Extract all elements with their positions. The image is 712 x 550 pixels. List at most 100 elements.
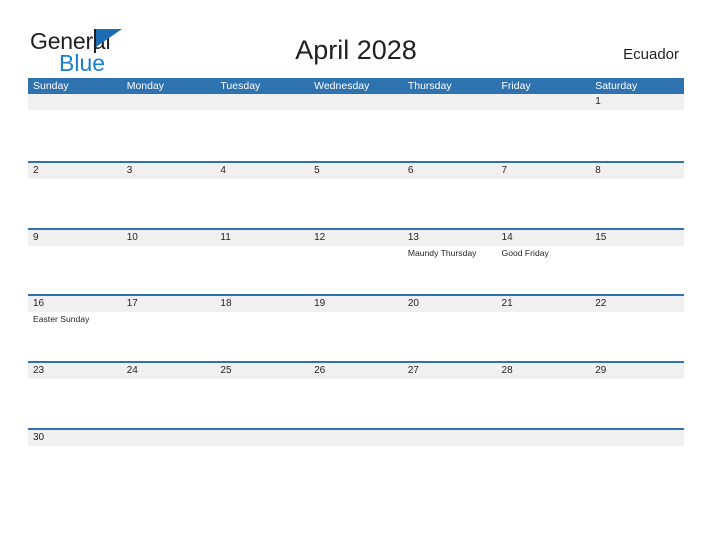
day-event-empty [497, 312, 591, 360]
day-event-band: Easter Sunday [28, 312, 684, 361]
day-event-empty [215, 312, 309, 360]
day-number-21[interactable]: 21 [497, 296, 591, 312]
day-number-7[interactable]: 7 [497, 163, 591, 179]
day-number-19[interactable]: 19 [309, 296, 403, 312]
day-event-band [28, 178, 684, 227]
day-number-13[interactable]: 13 [403, 230, 497, 246]
day-event-empty [403, 179, 497, 227]
weekday-header-row: Sunday Monday Tuesday Wednesday Thursday Frid… [28, 78, 684, 94]
weekday-header-wednesday: Wednesday [314, 80, 370, 92]
day-number-1[interactable]: 1 [590, 94, 684, 110]
day-number-30[interactable]: 30 [28, 430, 122, 446]
day-number-band: 9 10 11 12 13 14 15 [28, 229, 684, 246]
day-event-band [28, 110, 684, 158]
day-number-26[interactable]: 26 [309, 363, 403, 379]
day-event-empty [497, 379, 591, 427]
day-number-empty [122, 94, 216, 110]
day-number-12[interactable]: 12 [309, 230, 403, 246]
calendar-week-row: 23 24 25 26 27 28 29 [28, 361, 684, 428]
day-number-15[interactable]: 15 [590, 230, 684, 246]
page-header: General Blue April 2028 Ecuador [0, 0, 712, 78]
day-number-11[interactable]: 11 [215, 230, 309, 246]
day-number-29[interactable]: 29 [590, 363, 684, 379]
day-number-4[interactable]: 4 [215, 163, 309, 179]
day-event-empty [122, 446, 216, 494]
day-event-label: Maundy Thursday [407, 247, 477, 258]
day-number-empty [309, 430, 403, 446]
day-event-empty [215, 246, 309, 294]
day-number-empty [122, 430, 216, 446]
day-event-empty [309, 110, 403, 158]
day-number-22[interactable]: 22 [590, 296, 684, 312]
day-event-empty [122, 110, 216, 158]
day-event-empty [28, 110, 122, 158]
day-event-empty [497, 179, 591, 227]
day-number-empty [309, 94, 403, 110]
day-event-empty [122, 379, 216, 427]
day-number-band: 23 24 25 26 27 28 29 [28, 363, 684, 380]
day-event-empty [403, 312, 497, 360]
day-number-empty [497, 430, 591, 446]
day-number-band: 2345678 [28, 162, 684, 179]
day-number-23[interactable]: 23 [28, 363, 122, 379]
day-event-empty [309, 446, 403, 494]
day-number-band: 30 [28, 429, 684, 446]
day-event-empty [215, 110, 309, 158]
weekday-header-tuesday: Tuesday [220, 80, 261, 92]
day-event-empty [590, 110, 684, 158]
day-event-label: Good Friday [501, 247, 549, 258]
day-number-17[interactable]: 17 [122, 296, 216, 312]
calendar-weeks: 1 2 3 4 5 6 7 8 9 10 11 12 13 14 15 Maundy Thursday Good… [28, 94, 684, 495]
weekday-header-saturday: Saturday [595, 80, 638, 92]
day-event-empty [590, 379, 684, 427]
day-event-empty [590, 446, 684, 494]
day-number-9[interactable]: 9 [28, 230, 122, 246]
day-event-empty [590, 312, 684, 360]
day-event-empty [28, 179, 122, 227]
day-event-empty [497, 446, 591, 494]
day-number-28[interactable]: 28 [497, 363, 591, 379]
day-number-3[interactable]: 3 [122, 163, 216, 179]
day-number-8[interactable]: 8 [590, 163, 684, 179]
day-event-empty [403, 110, 497, 158]
day-number-27[interactable]: 27 [403, 363, 497, 379]
day-event-empty [215, 179, 309, 227]
day-event-empty [122, 246, 216, 294]
day-event-empty [309, 379, 403, 427]
day-number-18[interactable]: 18 [215, 296, 309, 312]
day-event-empty [28, 446, 122, 494]
day-event-empty [309, 312, 403, 360]
day-number-6[interactable]: 6 [403, 163, 497, 179]
day-event-empty [215, 446, 309, 494]
weekday-header-thursday: Thursday [407, 80, 452, 92]
day-number-band: 1 [28, 94, 684, 110]
day-number-24[interactable]: 24 [122, 363, 216, 379]
day-number-16[interactable]: 16 [28, 296, 122, 312]
day-event-empty [28, 379, 122, 427]
calendar-week-row: 9 10 11 12 13 14 15 Maundy Thursday Good Friday [28, 227, 684, 295]
day-event-label: Easter Sunday [33, 314, 90, 325]
day-number-5[interactable]: 5 [309, 163, 403, 179]
day-event-empty [497, 110, 591, 158]
day-event-empty [403, 379, 497, 427]
day-number-empty [215, 94, 309, 110]
day-number-20[interactable]: 20 [403, 296, 497, 312]
calendar-week-row: 1 [28, 94, 684, 161]
day-number-2[interactable]: 2 [28, 163, 122, 179]
day-number-14[interactable]: 14 [497, 230, 591, 246]
calendar-grid: Sunday Monday Tuesday Wednesday Thursday Frid… [28, 78, 684, 495]
day-event-empty [215, 379, 309, 427]
day-number-10[interactable]: 10 [122, 230, 216, 246]
calendar-week-row: 2345678 [28, 160, 684, 228]
calendar-week-row: 16 17 18 19 20 21 22 Easter Sunday [28, 294, 684, 361]
day-event-empty [122, 312, 216, 360]
day-event-band [28, 445, 684, 494]
day-number-empty [403, 430, 497, 446]
weekday-header-sunday: Sunday [33, 80, 69, 92]
day-number-band: 16 17 18 19 20 21 22 [28, 296, 684, 313]
day-number-empty [28, 94, 122, 110]
day-number-25[interactable]: 25 [215, 363, 309, 379]
day-event-empty [309, 246, 403, 294]
weekday-header-monday: Monday [126, 80, 165, 92]
day-event-empty [309, 179, 403, 227]
